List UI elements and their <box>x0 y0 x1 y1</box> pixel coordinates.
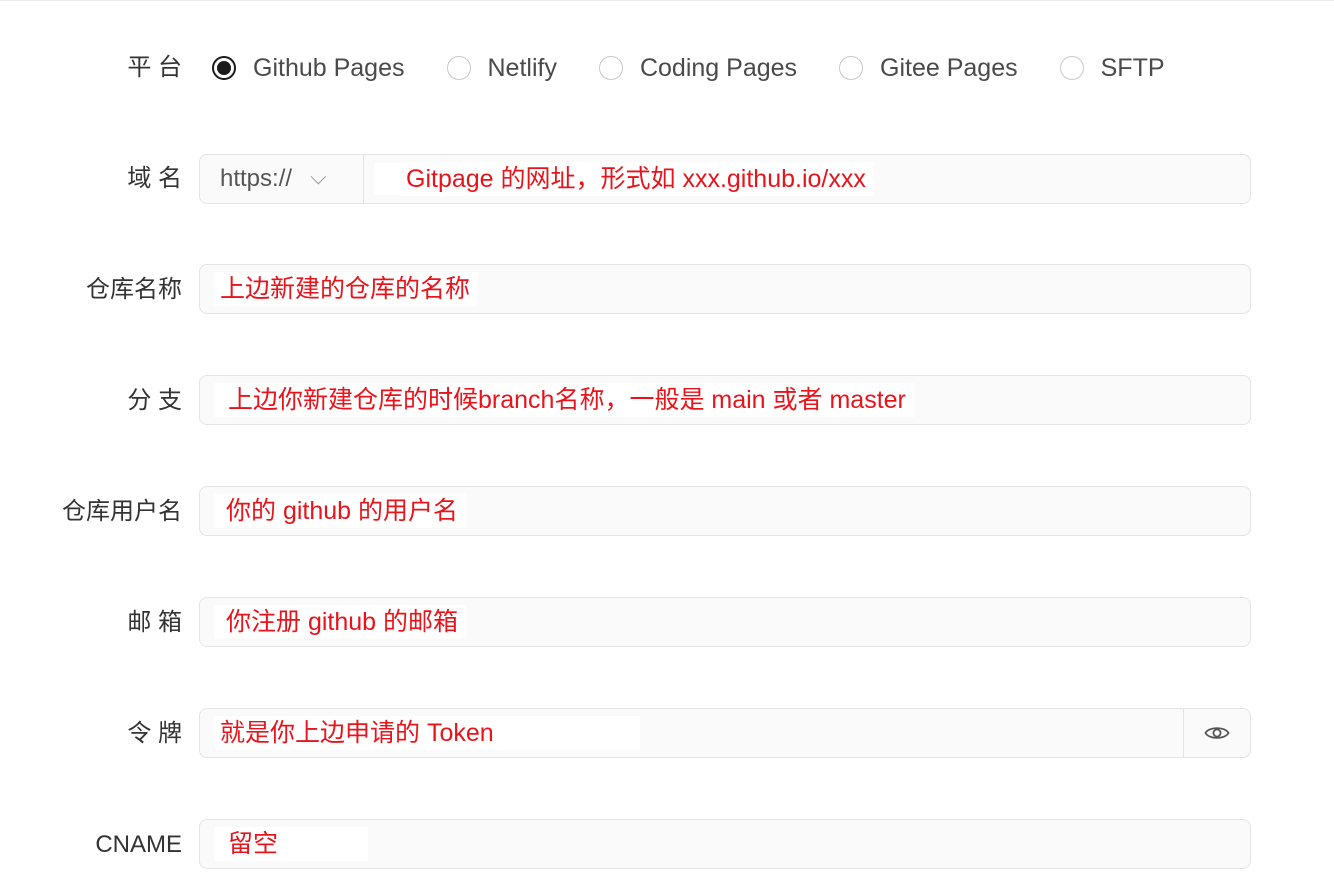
email-label: 邮 箱 <box>127 609 182 636</box>
radio-circle <box>446 56 471 80</box>
domain-field: https:// Gitpage 的网址，形式如 xxx.github.io/x… <box>199 154 1251 204</box>
repo-name-field: 上边新建的仓库的名称 <box>199 264 1251 314</box>
platform-label: 平 台 <box>127 54 182 81</box>
input-highlight <box>374 163 400 195</box>
branch-input-text: 上边你新建仓库的时候branch名称，一般是 main 或者 master <box>214 383 914 417</box>
radio-label: Netlify <box>487 53 557 82</box>
repo-name-input[interactable]: 上边新建的仓库的名称 <box>200 265 1250 313</box>
email-input[interactable]: 你注册 github 的邮箱 <box>200 598 1250 646</box>
repo-user-field: 你的 github 的用户名 <box>199 486 1251 536</box>
radio-circle <box>598 56 623 80</box>
repo-user-input-text: 你的 github 的用户名 <box>214 494 467 528</box>
repo-name-input-text: 上边新建的仓库的名称 <box>214 272 479 306</box>
repo-user-label: 仓库用户名 <box>62 498 182 525</box>
radio-label: Github Pages <box>253 53 405 82</box>
protocol-value: https:// <box>220 165 293 192</box>
radio-github-pages[interactable]: Github Pages <box>212 54 405 83</box>
branch-label: 分 支 <box>127 387 182 414</box>
token-label: 令 牌 <box>127 720 182 747</box>
radio-label: Coding Pages <box>639 53 798 82</box>
cname-input-text: 留空 <box>214 827 369 861</box>
radio-label: Gitee Pages <box>880 53 1018 82</box>
cname-label: CNAME <box>95 831 182 858</box>
domain-input-text: Gitpage 的网址，形式如 xxx.github.io/xxx <box>400 162 874 196</box>
domain-label: 域 名 <box>127 165 182 192</box>
toggle-visibility-button[interactable] <box>1183 709 1250 757</box>
radio-netlify[interactable]: Netlify <box>446 53 557 83</box>
token-field: 就是你上边申请的 Token <box>199 708 1251 758</box>
radio-circle <box>839 56 864 80</box>
repo-name-label: 仓库名称 <box>86 276 182 303</box>
email-input-text: 你注册 github 的邮箱 <box>214 605 467 639</box>
token-input-text: 就是你上边申请的 Token <box>214 716 640 750</box>
chevron-down-icon <box>310 168 327 184</box>
radio-sftp[interactable]: SFTP <box>1059 53 1165 83</box>
radio-label: SFTP <box>1100 53 1165 82</box>
domain-input[interactable]: Gitpage 的网址，形式如 xxx.github.io/xxx <box>364 155 1250 203</box>
repo-user-input[interactable]: 你的 github 的用户名 <box>200 487 1250 535</box>
radio-circle <box>1059 56 1084 80</box>
radio-circle-checked <box>212 56 236 80</box>
email-field: 你注册 github 的邮箱 <box>199 597 1251 647</box>
protocol-select[interactable]: https:// <box>200 155 364 203</box>
cname-input[interactable]: 留空 <box>200 820 1250 868</box>
radio-gitee-pages[interactable]: Gitee Pages <box>839 54 1018 83</box>
cname-field: 留空 <box>199 819 1251 869</box>
branch-field: 上边你新建仓库的时候branch名称，一般是 main 或者 master <box>199 375 1251 425</box>
eye-icon <box>1204 727 1230 739</box>
branch-input[interactable]: 上边你新建仓库的时候branch名称，一般是 main 或者 master <box>200 376 1250 424</box>
token-input[interactable]: 就是你上边申请的 Token <box>200 709 1183 757</box>
top-divider <box>0 0 1334 4</box>
settings-form: 平 台 Github Pages Netlify Coding Pages Gi… <box>0 0 1334 889</box>
platform-radio-group: Github Pages Netlify Coding Pages Gitee … <box>212 53 1207 83</box>
radio-coding-pages[interactable]: Coding Pages <box>598 53 798 83</box>
